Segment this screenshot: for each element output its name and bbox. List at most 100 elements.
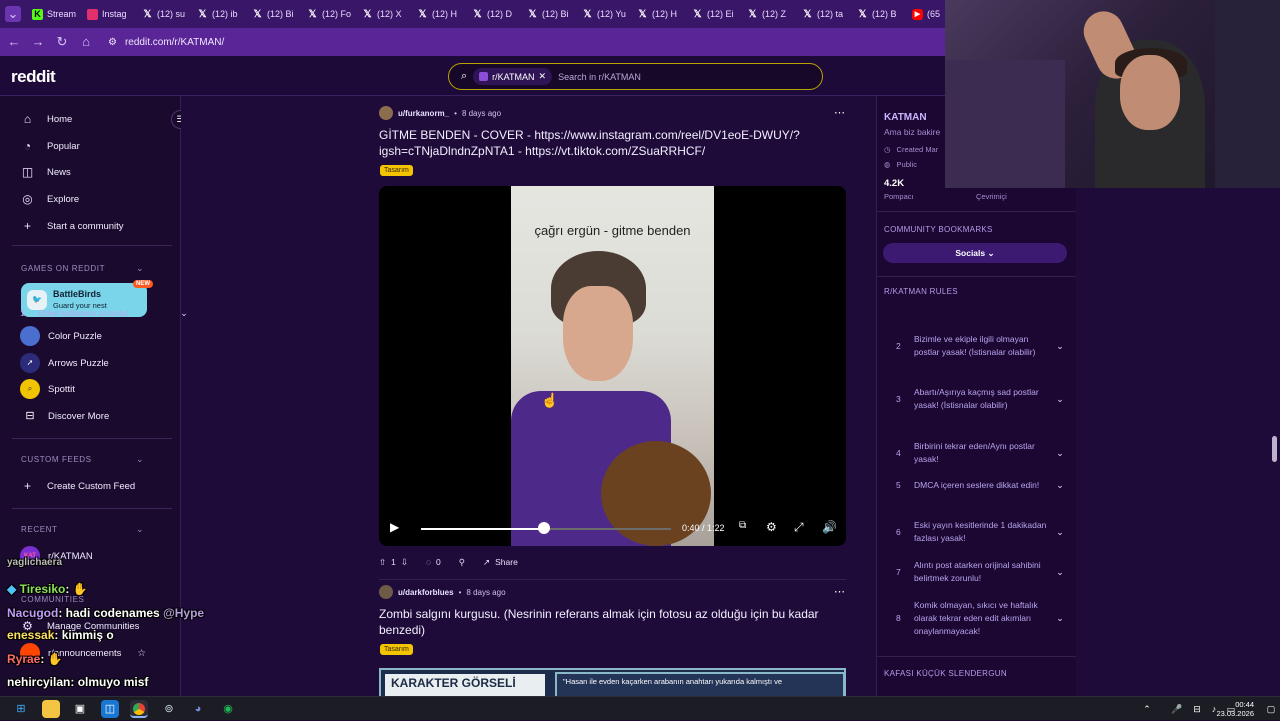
spotify-icon[interactable]: ◉ [219, 700, 237, 718]
games-section-heading[interactable]: GAMES ON REDDIT [21, 264, 105, 273]
sidebar-item-news[interactable]: ◫ News [20, 161, 71, 183]
more-options-icon[interactable]: ⋯ [834, 106, 845, 119]
volume-icon[interactable]: 🔊 [822, 520, 837, 534]
sidebar-game-arrows-puzzle[interactable]: ➚ Arrows Puzzle [20, 352, 109, 374]
browser-tab[interactable]: K Stream [28, 4, 82, 24]
rule-item[interactable]: 5 DMCA içeren seslere dikkat edin! ⌄ [896, 479, 1068, 492]
create-custom-feed-button[interactable]: + Create Custom Feed [20, 475, 135, 497]
sidebar-item-start-community[interactable]: + Start a community [20, 215, 124, 237]
url-bar[interactable]: ⚙ reddit.com/r/KATMAN/ [108, 32, 224, 52]
browser-tab[interactable]: 𝕏 (12) Yu [578, 4, 632, 24]
sidebar-item-popular[interactable]: ◔ Popular [20, 135, 80, 157]
recent-heading[interactable]: RECENT [21, 525, 58, 534]
browser-tab[interactable]: 𝕏 (12) X [358, 4, 412, 24]
browser-tab[interactable]: 𝕏 (12) Bi [248, 4, 302, 24]
chevron-down-icon[interactable]: ⌄ [1052, 526, 1068, 539]
browser-tab[interactable]: 𝕏 (12) ta [798, 4, 852, 24]
forward-icon[interactable]: → [30, 34, 46, 50]
more-options-icon[interactable]: ⋯ [834, 585, 845, 598]
reload-icon[interactable]: ↻ [54, 34, 70, 50]
chrome-icon[interactable] [130, 700, 148, 718]
search-input[interactable]: ⌕ r/KATMAN ✕ Search in r/KATMAN [448, 63, 823, 90]
communities-heading[interactable]: COMMUNITIES [21, 595, 85, 604]
store-icon[interactable]: ▣ [71, 700, 89, 718]
captions-icon[interactable]: ⧉ [739, 520, 746, 531]
browser-tab[interactable]: 𝕏 (12) D [468, 4, 522, 24]
system-clock[interactable]: 00:44 23.03.2026 [1216, 700, 1254, 718]
reddit-logo[interactable]: reddit [11, 67, 56, 87]
award-icon[interactable]: ⚲ [459, 557, 465, 568]
chevron-down-icon[interactable]: ⌄ [1052, 566, 1068, 579]
sidebar-game-spottit[interactable]: ⌕ Spottit [20, 378, 75, 400]
outlook-icon[interactable]: ◫ [101, 700, 119, 718]
file-explorer-icon[interactable] [42, 700, 60, 718]
network-icon[interactable]: ⊟ [1188, 700, 1206, 718]
search-scope-chip[interactable]: r/KATMAN ✕ [473, 68, 553, 85]
post-flair[interactable]: Tasarım [380, 644, 413, 655]
browser-tab[interactable]: 𝕏 (12) Z [743, 4, 797, 24]
rule-item[interactable]: 1 Etiket kullanımı zorunlu! ⌄ [20, 307, 192, 320]
back-icon[interactable]: ← [6, 34, 22, 50]
discord-icon[interactable]: ◕ [189, 700, 207, 718]
custom-feeds-heading[interactable]: CUSTOM FEEDS [21, 455, 92, 464]
fullscreen-icon[interactable]: ⤢ [794, 520, 804, 535]
rule-item[interactable]: 8 Komik olmayan, sıkıcı ve haftalık olara… [896, 599, 1068, 638]
sidebar-game-color-puzzle[interactable]: Color Puzzle [20, 325, 102, 347]
post-author[interactable]: u/furkanorm_ [398, 109, 449, 118]
windows-start-icon[interactable]: ⊞ [12, 700, 30, 718]
post-title[interactable]: GİTME BENDEN - COVER - https://www.insta… [379, 127, 829, 159]
chevron-down-icon[interactable]: ⌄ [1052, 340, 1068, 353]
downvote-icon[interactable]: ⇩ [401, 557, 408, 568]
home-browser-icon[interactable]: ⌂ [78, 34, 94, 50]
browser-tab[interactable]: 𝕏 (12) Fo [303, 4, 357, 24]
chevron-down-icon[interactable]: ⌄ [1052, 612, 1068, 625]
post-flair[interactable]: Tasarım [380, 165, 413, 176]
video-player[interactable]: çağrı ergün - gitme benden ▶ 0:40 / 1:22… [379, 186, 846, 546]
sidebar-item-home[interactable]: ⌂ Home [20, 108, 72, 130]
share-button[interactable]: ↗ Share [483, 557, 518, 568]
video-scrubber-handle[interactable] [537, 522, 550, 534]
browser-tab[interactable]: 𝕏 (12) H [413, 4, 467, 24]
chevron-down-icon[interactable]: ⌄ [1052, 479, 1068, 492]
play-icon[interactable]: ▶ [390, 520, 399, 534]
rule-item[interactable]: 6 Eski yayın kesitlerinde 1 dakikadan faz… [896, 519, 1068, 545]
chevron-down-icon[interactable]: ⌄ [136, 524, 144, 535]
star-icon[interactable]: ☆ [137, 648, 146, 659]
chat-line: yaglichaera [7, 557, 62, 568]
clear-scope-icon[interactable]: ✕ [539, 71, 547, 82]
settings-icon[interactable]: ⚙ [766, 520, 777, 534]
browser-tab[interactable]: 𝕏 (12) Ei [688, 4, 742, 24]
rule-item[interactable]: 7 Alıntı post atarken orijinal sahibini b… [896, 559, 1068, 585]
steam-icon[interactable]: ⊚ [160, 700, 178, 718]
microphone-icon[interactable]: 🎤 [1168, 700, 1186, 718]
site-settings-icon[interactable]: ⚙ [108, 37, 117, 48]
chevron-down-icon[interactable]: ⌄ [1052, 393, 1068, 406]
browser-tab[interactable]: 𝕏 (12) Bi [523, 4, 577, 24]
post-title[interactable]: Zombi salgını kurgusu. (Nesrinin referan… [379, 606, 839, 638]
avatar[interactable] [379, 585, 393, 599]
sidebar-discover-more[interactable]: ⊟ Discover More [20, 405, 109, 427]
browser-tab[interactable]: Instag [83, 4, 137, 24]
tray-overflow-icon[interactable]: ⌃ [1138, 700, 1156, 718]
socials-bookmark-button[interactable]: Socials ⌄ [883, 243, 1067, 263]
chevron-down-icon[interactable]: ⌄ [136, 263, 144, 274]
avatar[interactable] [379, 106, 393, 120]
chevron-down-icon[interactable]: ⌄ [1052, 447, 1068, 460]
post-author[interactable]: u/darkforblues [398, 588, 454, 597]
comments-button[interactable]: ◌ 0 [426, 557, 441, 567]
browser-tab[interactable]: 𝕏 (12) ib [193, 4, 247, 24]
rule-item[interactable]: 2 Bizimle ve ekiple ilgili olmayan postla… [896, 333, 1068, 359]
notifications-icon[interactable]: ▢ [1262, 700, 1280, 718]
page-scrollbar[interactable] [1272, 436, 1277, 462]
browser-tab[interactable]: 𝕏 (12) H [633, 4, 687, 24]
tab-list-dropdown-icon[interactable]: ⌄ [5, 6, 21, 22]
browser-tab[interactable]: 𝕏 (12) B [853, 4, 907, 24]
post-image[interactable]: KARAKTER GÖRSELİ "Hasan ile evden kaçark… [379, 668, 846, 696]
rule-item[interactable]: 3 Abartı/Aşırıya kaçmış sad postlar yasak… [896, 386, 1068, 412]
sidebar-item-explore[interactable]: ◎ Explore [20, 188, 79, 210]
chevron-down-icon[interactable]: ⌄ [176, 307, 192, 320]
upvote-icon[interactable]: ⇧ [379, 557, 386, 568]
chevron-down-icon[interactable]: ⌄ [136, 454, 144, 465]
rule-item[interactable]: 4 Birbirini tekrar eden/Aynı postlar yasa… [896, 440, 1068, 466]
browser-tab[interactable]: 𝕏 (12) su [138, 4, 192, 24]
